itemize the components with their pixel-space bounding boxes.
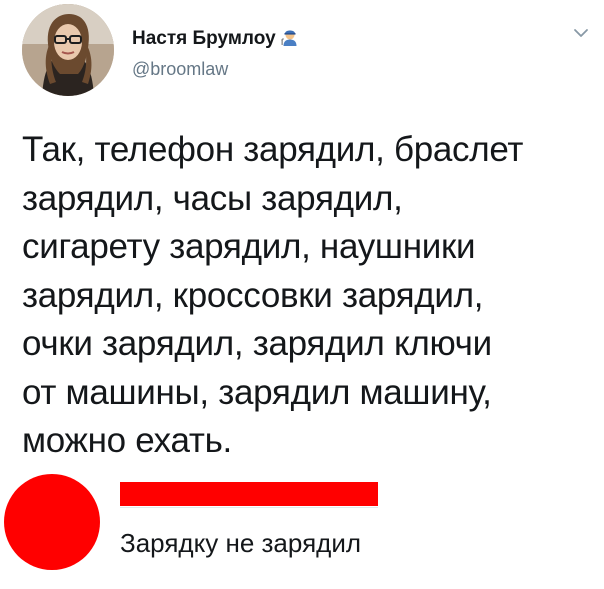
tweet-text-line: зарядил, кроссовки зарядил,	[22, 275, 484, 315]
tweet-text-line: от машины, зарядил машину,	[22, 372, 492, 412]
author-avatar[interactable]	[22, 4, 114, 96]
tweet-text-line: сигарету зарядил, наушники	[22, 227, 476, 266]
author-name[interactable]: Настя Брумлоу	[132, 27, 300, 53]
tweet-text-line: зарядил, часы зарядил,	[22, 178, 403, 218]
mechanic-emoji-icon	[280, 27, 300, 53]
avatar-photo	[22, 4, 114, 96]
author-handle[interactable]: @broomlaw	[132, 58, 228, 80]
reply-text: Зарядку не зарядил	[120, 528, 362, 558]
tweet-text-line: Так, телефон зарядил, браслет	[22, 130, 524, 169]
reply-avatar-redacted[interactable]	[4, 474, 100, 570]
tweet-text: Так, телефон зарядил, браслет зарядил, ч…	[22, 126, 592, 466]
tweet-text-line: можно ехать.	[22, 421, 232, 460]
tweet-text-line: очки зарядил, зарядил ключи	[22, 324, 492, 363]
chevron-down-icon[interactable]	[570, 22, 592, 44]
author-name-text: Настя Брумлоу	[132, 28, 276, 49]
reply-name-redacted	[120, 482, 378, 506]
reply-divider	[120, 507, 378, 508]
